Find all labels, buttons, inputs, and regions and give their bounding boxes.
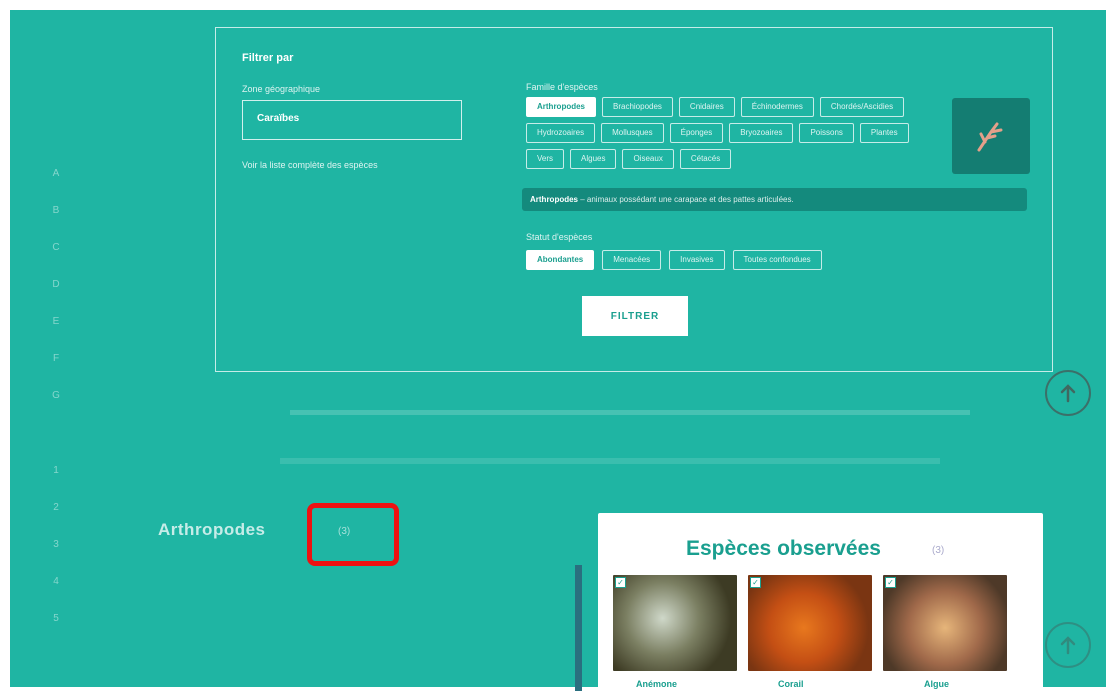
side-nav-item[interactable]: E <box>44 316 68 353</box>
statut-chips: Abondantes Menacées Invasives Toutes con… <box>526 250 822 270</box>
statut-label: Statut d'espèces <box>526 232 593 242</box>
side-nav-item[interactable]: 1 <box>44 465 68 502</box>
window-frame-left <box>0 0 10 691</box>
arrow-up-icon <box>1060 384 1076 403</box>
card-count: (3) <box>932 545 945 556</box>
famille-chip-arthropodes[interactable]: Arthropodes <box>526 97 596 117</box>
side-nav-item[interactable]: G <box>44 390 68 427</box>
side-nav: A B C D E F G <box>44 168 68 427</box>
section-divider <box>280 458 940 464</box>
side-nav-item[interactable]: B <box>44 205 68 242</box>
famille-chip[interactable]: Mollusques <box>601 123 664 143</box>
arrow-up-icon <box>1060 636 1076 655</box>
famille-chips: Arthropodes Brachiopodes Cnidaires Échin… <box>526 97 926 169</box>
species-thumbnails: ✓ ✓ ✓ <box>613 575 1007 671</box>
famille-chip[interactable]: Poissons <box>799 123 854 143</box>
famille-chip[interactable]: Hydrozoaires <box>526 123 596 143</box>
filtrer-button[interactable]: FILTRER <box>582 296 688 336</box>
famille-chip[interactable]: Chordés/Ascidies <box>819 97 905 117</box>
side-nav-lower: 1 2 3 4 5 <box>44 465 68 650</box>
famille-chip[interactable]: Vers <box>526 149 565 169</box>
card-accent-left <box>575 565 582 691</box>
statut-chip[interactable]: Toutes confondues <box>732 250 822 270</box>
zone-label: Zone géographique <box>242 84 321 94</box>
famille-chip[interactable]: Oiseaux <box>622 149 674 169</box>
species-name: Anémone <box>636 679 678 689</box>
highlight-annotation <box>307 503 399 566</box>
species-thumbnail[interactable]: ✓ <box>748 575 872 671</box>
statut-chip[interactable]: Menacées <box>602 250 662 270</box>
filter-panel: Filtrer par Zone géographique Caraïbes V… <box>215 27 1053 372</box>
section-title: Arthropodes <box>158 520 266 539</box>
side-nav-item[interactable]: 2 <box>44 502 68 539</box>
species-thumbnail[interactable]: ✓ <box>613 575 737 671</box>
famille-chip[interactable]: Algues <box>570 149 617 169</box>
scroll-top-button[interactable] <box>1045 370 1091 416</box>
famille-description: Arthropodes – animaux possédant une cara… <box>522 188 1027 211</box>
side-nav-item[interactable]: D <box>44 279 68 316</box>
card-title: Espèces observées <box>686 537 881 560</box>
side-nav-item[interactable]: 3 <box>44 539 68 576</box>
famille-chip[interactable]: Éponges <box>669 123 724 143</box>
scroll-top-button[interactable] <box>1045 622 1091 668</box>
side-nav-item[interactable]: 4 <box>44 576 68 613</box>
famille-description-text: – animaux possédant une carapace et des … <box>578 195 794 204</box>
species-name: Algue <box>924 679 950 689</box>
zone-select[interactable]: Caraïbes <box>242 100 462 140</box>
filter-title: Filtrer par <box>242 52 294 64</box>
famille-label: Famille d'espèces <box>526 82 598 92</box>
famille-illustration <box>952 98 1030 174</box>
statut-chip-abondantes[interactable]: Abondantes <box>526 250 595 270</box>
famille-chip[interactable]: Cétacés <box>679 149 732 169</box>
side-nav-item[interactable]: A <box>44 168 68 205</box>
famille-chip[interactable]: Plantes <box>859 123 909 143</box>
famille-description-name: Arthropodes <box>530 195 578 204</box>
famille-chip[interactable]: Brachiopodes <box>602 97 673 117</box>
famille-chip[interactable]: Échinodermes <box>740 97 814 117</box>
coral-icon <box>977 122 1003 152</box>
species-name: Corail <box>778 679 804 689</box>
side-nav-item[interactable]: F <box>44 353 68 390</box>
side-nav-item[interactable]: C <box>44 242 68 279</box>
checkbox-icon[interactable]: ✓ <box>750 577 761 588</box>
checkbox-icon[interactable]: ✓ <box>885 577 896 588</box>
side-nav-item[interactable]: 5 <box>44 613 68 650</box>
window-frame-top <box>0 0 1106 10</box>
statut-chip[interactable]: Invasives <box>669 250 725 270</box>
checkbox-icon[interactable]: ✓ <box>615 577 626 588</box>
species-list-link[interactable]: Voir la liste complète des espèces <box>242 160 378 170</box>
famille-chip[interactable]: Bryozoaires <box>729 123 794 143</box>
section-divider <box>290 410 970 415</box>
species-thumbnail[interactable]: ✓ <box>883 575 1007 671</box>
famille-chip[interactable]: Cnidaires <box>678 97 735 117</box>
species-card: Espèces observées (3) ✓ ✓ ✓ Anémone Cora… <box>598 513 1043 691</box>
